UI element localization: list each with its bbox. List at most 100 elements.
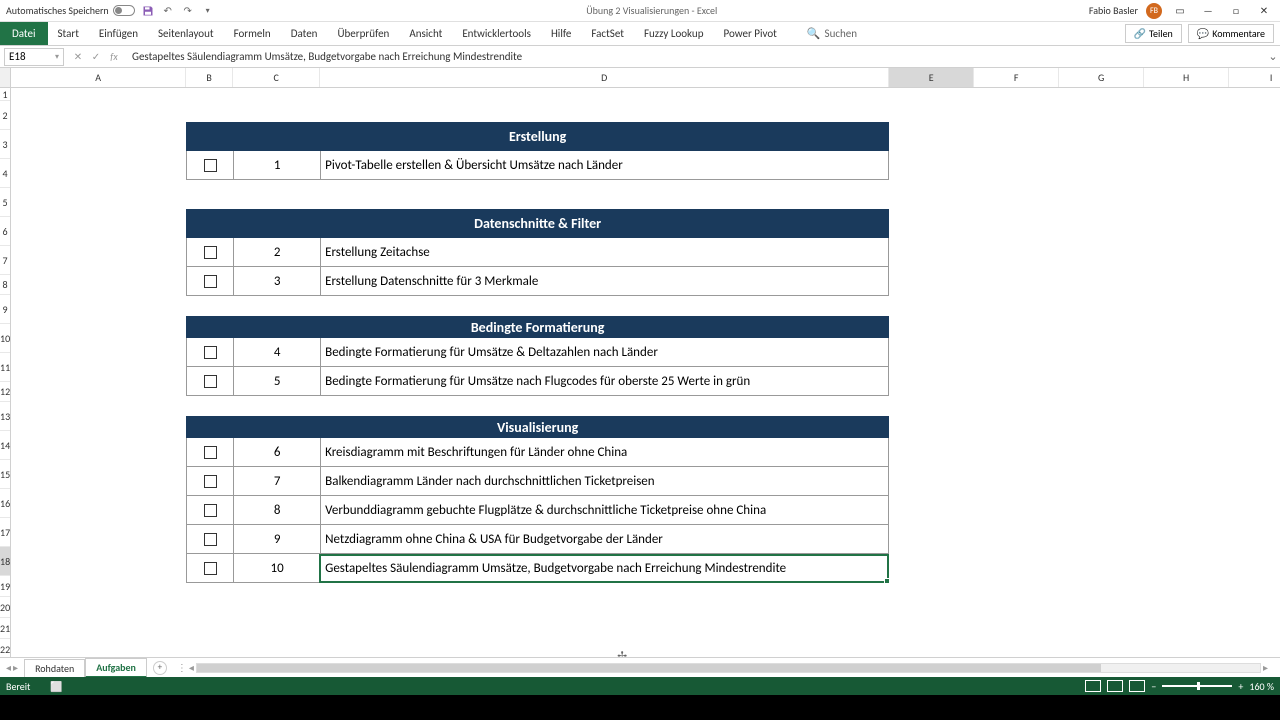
task-text: Bedingte Formatierung für Umsätze & Delt… xyxy=(320,338,889,367)
view-normal-icon[interactable] xyxy=(1085,680,1101,692)
add-sheet-button[interactable]: + xyxy=(153,661,167,675)
save-icon[interactable] xyxy=(141,4,155,18)
checkbox[interactable] xyxy=(204,475,217,488)
row-header-17[interactable]: 17 xyxy=(0,518,10,547)
col-header-D[interactable]: D xyxy=(320,68,889,87)
section-header: Bedingte Formatierung xyxy=(186,316,889,338)
zoom-out-icon[interactable]: − xyxy=(1151,680,1156,693)
row-header-13[interactable]: 13 xyxy=(0,402,10,431)
row-header-11[interactable]: 11 xyxy=(0,353,10,382)
checkbox[interactable] xyxy=(204,346,217,359)
task-number: 7 xyxy=(233,467,320,496)
ribbon-tab-formeln[interactable]: Formeln xyxy=(224,22,281,45)
ribbon-search[interactable]: 🔍 Suchen xyxy=(807,27,857,40)
ribbon-tab-ansicht[interactable]: Ansicht xyxy=(399,22,452,45)
col-header-B[interactable]: B xyxy=(186,68,233,87)
ribbon-tab-fuzzy[interactable]: Fuzzy Lookup xyxy=(634,22,714,45)
cancel-formula-icon[interactable]: ✕ xyxy=(70,49,86,65)
ribbon-tab-factset[interactable]: FactSet xyxy=(581,22,634,45)
row-header-14[interactable]: 14 xyxy=(0,431,10,460)
row-header-9[interactable]: 9 xyxy=(0,295,10,324)
col-header-A[interactable]: A xyxy=(11,68,186,87)
enter-formula-icon[interactable]: ✓ xyxy=(88,49,104,65)
zoom-level[interactable]: 160 % xyxy=(1249,680,1274,693)
row-header-16[interactable]: 16 xyxy=(0,489,10,518)
row-header-3[interactable]: 3 xyxy=(0,130,10,159)
row-header-22[interactable]: 22 xyxy=(0,639,10,657)
user-name[interactable]: Fabio Basler xyxy=(1089,4,1138,17)
checkbox[interactable] xyxy=(204,562,217,575)
col-header-C[interactable]: C xyxy=(233,68,320,87)
close-icon[interactable]: ✕ xyxy=(1254,4,1274,18)
ribbon-tab-hilfe[interactable]: Hilfe xyxy=(541,22,581,45)
sheet-tab-rohdaten[interactable]: Rohdaten xyxy=(24,659,85,677)
ribbon-tab-seitenlayout[interactable]: Seitenlayout xyxy=(148,22,224,45)
autosave-toggle[interactable]: Automatisches Speichern xyxy=(6,4,135,17)
ribbon-tab-file[interactable]: Datei xyxy=(0,22,48,45)
spreadsheet-grid[interactable]: 12345678910111213141516171819202122 ABCD… xyxy=(0,68,1280,657)
zoom-slider[interactable] xyxy=(1162,685,1232,687)
name-box[interactable]: E18 ▾ xyxy=(4,48,64,66)
row-header-19[interactable]: 19 xyxy=(0,576,10,597)
col-header-F[interactable]: F xyxy=(974,68,1059,87)
maximize-icon[interactable]: □ xyxy=(1226,4,1246,18)
minimize-icon[interactable]: — xyxy=(1198,4,1218,18)
horizontal-scrollbar[interactable]: ⋮ ◂ ▸ xyxy=(177,662,1270,674)
macro-record-icon[interactable]: ⬜ xyxy=(50,680,62,693)
comments-button[interactable]: 💬Kommentare xyxy=(1188,24,1274,43)
avatar[interactable]: FB xyxy=(1146,3,1162,19)
fx-icon[interactable]: fx xyxy=(106,49,122,65)
ribbon-display-icon[interactable]: ▭ xyxy=(1170,4,1190,18)
checkbox[interactable] xyxy=(204,504,217,517)
checkbox[interactable] xyxy=(204,246,217,259)
col-header-I[interactable]: I xyxy=(1229,68,1280,87)
row-header-4[interactable]: 4 xyxy=(0,159,10,188)
checkbox[interactable] xyxy=(204,375,217,388)
task-text: Pivot-Tabelle erstellen & Übersicht Umsä… xyxy=(320,151,889,180)
formula-input[interactable]: Gestapeltes Säulendiagramm Umsätze, Budg… xyxy=(128,50,1266,63)
col-header-H[interactable]: H xyxy=(1144,68,1229,87)
checkbox[interactable] xyxy=(204,159,217,172)
expand-formula-icon[interactable]: ⌄ xyxy=(1266,50,1280,63)
row-header-18[interactable]: 18 xyxy=(0,547,10,576)
tab-nav-next-icon[interactable]: ▸ xyxy=(13,661,18,674)
row-header-2[interactable]: 2 xyxy=(0,101,10,130)
checkbox[interactable] xyxy=(204,533,217,546)
ribbon-tab-powerpivot[interactable]: Power Pivot xyxy=(713,22,786,45)
sheet-tab-aufgaben[interactable]: Aufgaben xyxy=(85,658,147,678)
task-checkbox-cell xyxy=(186,467,233,496)
qat-dropdown-icon[interactable]: ▾ xyxy=(201,4,215,18)
checkbox[interactable] xyxy=(204,446,217,459)
zoom-in-icon[interactable]: + xyxy=(1238,680,1243,693)
select-all-corner[interactable] xyxy=(0,68,10,88)
row-header-15[interactable]: 15 xyxy=(0,460,10,489)
row-header-1[interactable]: 1 xyxy=(0,88,10,101)
tab-nav-prev-icon[interactable]: ◂ xyxy=(6,661,11,674)
task-text: Gestapeltes Säulendiagramm Umsätze, Budg… xyxy=(320,554,889,583)
row-header-5[interactable]: 5 xyxy=(0,188,10,217)
row-header-12[interactable]: 12 xyxy=(0,382,10,402)
row-header-6[interactable]: 6 xyxy=(0,217,10,246)
view-pagebreak-icon[interactable] xyxy=(1129,680,1145,692)
ribbon-tab-daten[interactable]: Daten xyxy=(281,22,328,45)
ribbon-tab-entwicklertools[interactable]: Entwicklertools xyxy=(452,22,541,45)
col-header-E[interactable]: E xyxy=(889,68,974,87)
redo-icon[interactable]: ↷ xyxy=(181,4,195,18)
ribbon-tab-start[interactable]: Start xyxy=(48,22,89,45)
task-number: 4 xyxy=(233,338,320,367)
checkbox[interactable] xyxy=(204,275,217,288)
row-header-20[interactable]: 20 xyxy=(0,597,10,618)
undo-icon[interactable]: ↶ xyxy=(161,4,175,18)
row-header-21[interactable]: 21 xyxy=(0,618,10,639)
task-number: 5 xyxy=(233,367,320,396)
row-header-8[interactable]: 8 xyxy=(0,275,10,295)
task-text: Erstellung Datenschnitte für 3 Merkmale xyxy=(320,267,889,296)
ribbon-tab-ueberpruefen[interactable]: Überprüfen xyxy=(327,22,399,45)
share-button[interactable]: 🔗Teilen xyxy=(1125,24,1182,43)
ribbon-tab-einfuegen[interactable]: Einfügen xyxy=(89,22,148,45)
col-header-G[interactable]: G xyxy=(1059,68,1144,87)
row-header-10[interactable]: 10 xyxy=(0,324,10,353)
row-header-7[interactable]: 7 xyxy=(0,246,10,275)
section-header: Datenschnitte & Filter xyxy=(186,209,889,238)
view-pagelayout-icon[interactable] xyxy=(1107,680,1123,692)
